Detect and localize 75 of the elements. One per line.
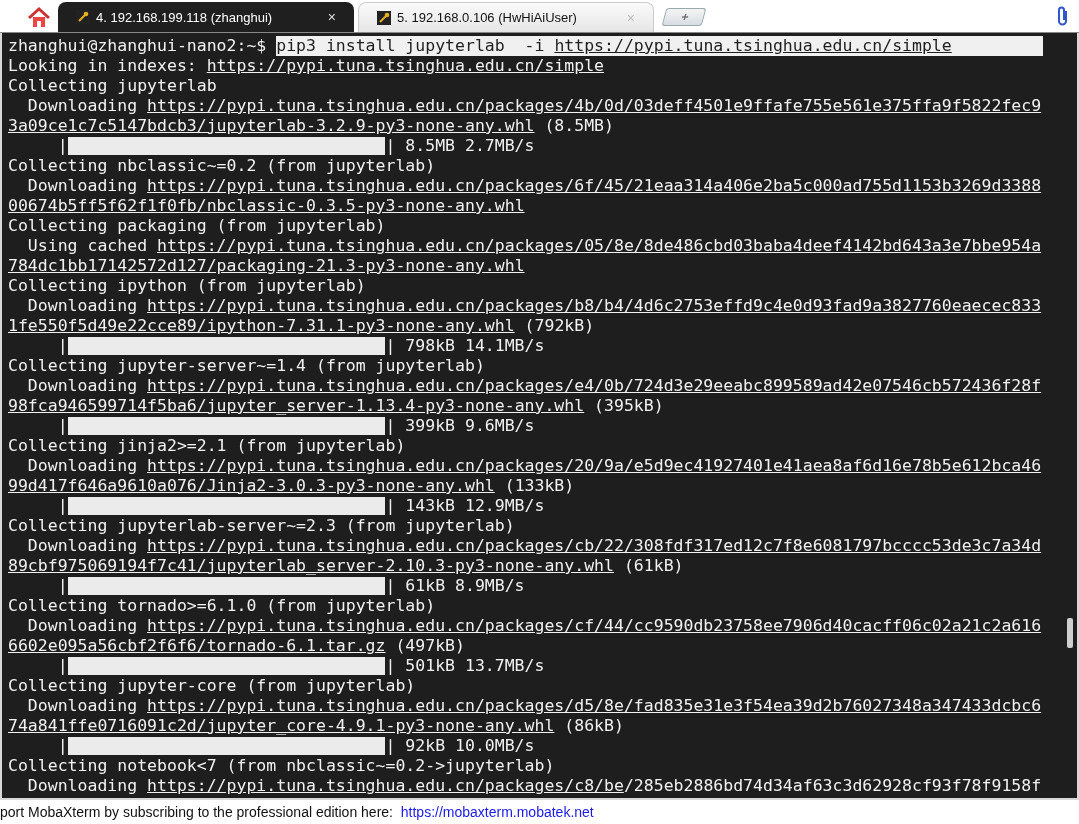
bar-edge: | (56, 736, 68, 756)
bar-edge: | (56, 136, 68, 156)
terminal-text: (395kB) (593, 396, 664, 416)
progress-reading: | 92kB 10.0MB/s (385, 736, 535, 756)
key-icon (377, 10, 391, 25)
bar-edge: | (56, 496, 68, 516)
terminal-text: Collecting jupyterlab-server~=2.3 (from jupyterlab) (8, 516, 515, 536)
url-link[interactable]: https://pypi.tuna.tsinghua.edu.cn/simple (206, 56, 605, 76)
terminal-text: Collecting jupyter-core (from jupyterlab) (8, 676, 416, 696)
url-link[interactable]: https://pypi.tuna.tsinghua.edu.cn/packages/20/9a/e5d9ec41927401e41aea8af6d16e78b5e612bca46 (147, 456, 1042, 476)
url-link[interactable]: 98fca946599714f5ba6/jupyter_server-1.13.4-py3-none-any.whl (8, 396, 585, 416)
scrollbar-thumb[interactable] (1067, 618, 1073, 648)
url-link[interactable]: https://pypi.tuna.tsinghua.edu.cn/packages/6f/45/21eaa314a406e2ba5c000ad755d1153b3269d3388 (147, 176, 1042, 196)
terminal-text: pip3 install jupyterlab -i (276, 36, 546, 55)
url-link[interactable]: https://pypi.tuna.tsinghua.edu.cn/packages/cf/44/cc9590db23758ee7906d40cacff06c02a21c2a616 (147, 616, 1042, 636)
terminal-text: Collecting jupyter-server~=1.4 (from jupyterlab) (8, 356, 485, 376)
terminal-text: Downloading (26, 376, 139, 396)
url-link[interactable]: https://pypi.tuna.tsinghua.edu.cn/packages/d5/8e/fad835e31e3f54ea39d2b76027348a347433dcbc6 (147, 696, 1042, 716)
url-link[interactable]: https://pypi.tuna.tsinghua.edu.cn/packages/cb/22/308fdf317ed12c7f8e6081797bcccc53de3c7a34d (147, 536, 1042, 556)
terminal-text: Collecting packaging (from jupyterlab) (8, 216, 386, 236)
shell-prompt: zhanghui@zhanghui-nano2:~$ (8, 36, 268, 56)
status-message: port MobaXterm by subscribing to the professional edition here: https://mobaxterm.mobatek.net (0, 804, 594, 820)
url-link[interactable]: 784dc1bb17142572d127/packaging-21.3-py3-none-any.whl (8, 256, 525, 276)
terminal-text: /285eb2886bd74d34af63c3d62928cf93f78f9158f (623, 776, 1042, 796)
url-link[interactable]: 6602e095a56cbf2f6f6/tornado-6.1.tar.gz (8, 636, 386, 656)
url-link[interactable]: 00674b5ff5f62f1f0fb/nbclassic-0.3.5-py3-none-any.whl (8, 196, 525, 216)
progress-reading: | 399kB 9.6MB/s (385, 416, 535, 436)
terminal-text: Downloading (26, 696, 139, 716)
session-tab[interactable]: 5. 192.168.0.106 (HwHiAiUser) × (358, 2, 654, 32)
terminal-text: Downloading (26, 296, 139, 316)
key-icon (76, 10, 90, 24)
terminal-text: Collecting jinja2>=2.1 (from jupyterlab) (8, 436, 406, 456)
terminal-text: Collecting tornado>=6.1.0 (from jupyterlab) (8, 596, 436, 616)
url-link[interactable]: 1fe550f5d49e22cce89/ipython-7.31.1-py3-none-any.whl (8, 316, 515, 336)
progress-reading: | 501kB 13.7MB/s (385, 656, 545, 676)
close-tab-button[interactable]: × (323, 9, 340, 25)
bar-edge: | (56, 336, 68, 356)
bar-edge: | (56, 416, 68, 436)
terminal-text: Collecting jupyterlab (8, 76, 217, 96)
terminal-text: Collecting nbclassic~=0.2 (from jupyterlab) (8, 156, 436, 176)
terminal-text: Downloading (26, 776, 139, 796)
new-tab-button[interactable] (661, 8, 707, 26)
terminal-text: (8.5MB) (543, 116, 614, 136)
url-link[interactable]: https://pypi.tuna.tsinghua.edu.cn/packages/e4/0b/724d3e29eeabc899589ad42e07546cb572436f28f (147, 376, 1042, 396)
url-link[interactable]: https://pypi.tuna.tsinghua.edu.cn/packages/b8/b4/4d6c2753effd9c4e0d93fad9a3827760eaecec833 (147, 296, 1042, 316)
url-link[interactable]: https://pypi.tuna.tsinghua.edu.cn/packages/05/8e/8de486cbd03baba4deef4142bd643a3e7bbe954a (157, 236, 1042, 256)
url-link[interactable]: 99d417f646a9610a076/Jinja2-3.0.3-py3-none-any.whl (8, 476, 495, 496)
terminal-text: (792kB) (523, 316, 595, 336)
url-link[interactable]: 74a841ffe0716091c2d/jupyter_core-4.9.1-py3-none-any.whl (8, 716, 555, 736)
terminal-text: Collecting notebook<7 (from nbclassic~=0.2->jupyterlab) (8, 756, 555, 776)
bar-edge: | (56, 576, 68, 596)
progress-reading: | 61kB 8.9MB/s (385, 576, 525, 596)
terminal-text: (133kB) (503, 476, 575, 496)
progress-reading: | 8.5MB 2.7MB/s (385, 136, 535, 156)
terminal-text: (61kB) (622, 556, 684, 576)
terminal-text: Downloading (26, 536, 139, 556)
url-link[interactable]: 3a09ce1c7c5147bdcb3/jupyterlab-3.2.9-py3-none-any.whl (8, 116, 535, 136)
progress-reading: | 798kB 14.1MB/s (385, 336, 545, 356)
terminal-text: Downloading (26, 96, 139, 116)
terminal-text: (497kB) (394, 636, 465, 656)
terminal-text: Downloading (26, 176, 139, 196)
terminal-text: Downloading (26, 456, 139, 476)
url-link[interactable]: https://pypi.tuna.tsinghua.edu.cn/packages/4b/0d/03deff4501e9ffafe755e561e375ffa9f5822fec9 (147, 96, 1042, 116)
url-link[interactable]: https://pypi.tuna.tsinghua.edu.cn/simple (554, 36, 952, 55)
terminal-text: Looking in indexes: (8, 56, 198, 76)
progress-reading: | 143kB 12.9MB/s (385, 496, 545, 516)
terminal-text: Collecting ipython (from jupyterlab) (8, 276, 366, 296)
bar-edge: | (56, 656, 68, 676)
website-link[interactable]: https://mobaxterm.mobatek.net (400, 804, 594, 820)
terminal-text: Downloading (26, 616, 139, 636)
terminal-text: (86kB) (563, 716, 624, 736)
session-tab[interactable]: 4. 192.168.199.118 (zhanghui) × (58, 2, 354, 32)
url-link[interactable]: 89cbf975069194f7c41/jupyterlab_server-2.10.3-py3-none-any.whl (8, 556, 614, 576)
terminal-text: Using cached (26, 236, 149, 256)
url-link[interactable]: https://pypi.tuna.tsinghua.edu.cn/packages/c8/be (147, 776, 624, 796)
